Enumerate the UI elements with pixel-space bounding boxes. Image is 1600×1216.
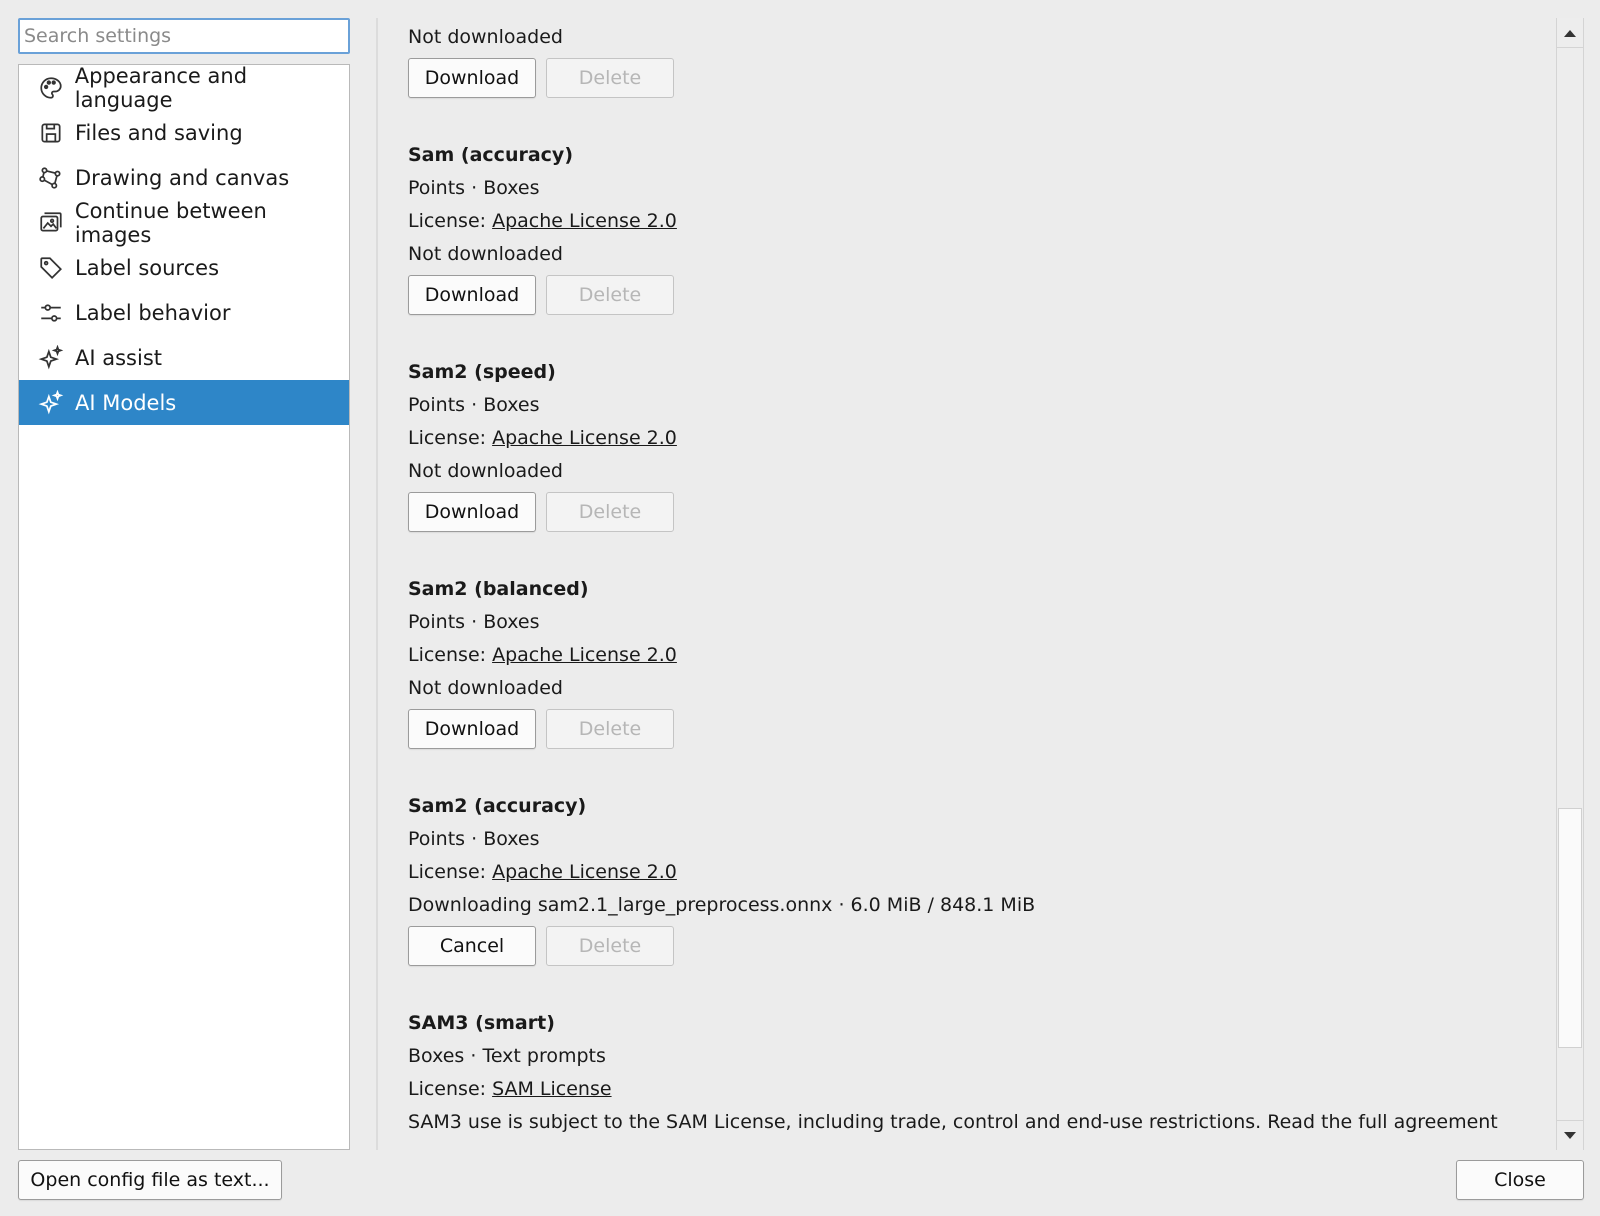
delete-button: Delete — [546, 926, 674, 966]
model-name: Sam2 (accuracy) — [408, 795, 587, 817]
download-button[interactable]: Download — [408, 58, 536, 98]
model-license: License: Apache License 2.0 — [408, 639, 1540, 672]
sidebar-item-label-behavior[interactable]: Label behavior — [19, 290, 349, 335]
model-capabilities: Boxes · Text prompts — [408, 1045, 606, 1067]
close-button[interactable]: Close — [1456, 1160, 1584, 1200]
vertical-scrollbar[interactable] — [1556, 18, 1584, 1150]
sidebar-item-label: Files and saving — [75, 120, 243, 145]
model-block: Sam2 (balanced) Points · Boxes License: … — [408, 572, 1540, 749]
palette-icon — [37, 74, 65, 102]
sidebar-item-label: AI assist — [75, 345, 162, 370]
sidebar-item-ai-assist[interactable]: AI assist — [19, 335, 349, 380]
download-status: Not downloaded — [408, 460, 563, 482]
sidebar-item-label-sources[interactable]: Label sources — [19, 245, 349, 290]
sidebar-item-label: Appearance and language — [74, 63, 248, 112]
delete-button: Delete — [546, 709, 674, 749]
sidebar-item-label: Continue between images — [74, 198, 267, 247]
model-name: Sam2 (speed) — [408, 361, 556, 383]
search-input[interactable] — [18, 18, 350, 54]
model-capabilities: Points · Boxes — [408, 177, 540, 199]
sliders-icon — [37, 299, 65, 327]
scroll-down-arrow-icon[interactable] — [1557, 1120, 1583, 1150]
sidebar-item-label: Label behavior — [75, 300, 231, 325]
model-capabilities: Points · Boxes — [408, 611, 540, 633]
model-license: License: Apache License 2.0 — [408, 422, 1540, 455]
ai-models-panel: Not downloaded Download Delete Sam (accu… — [378, 18, 1540, 1150]
sidebar-item-continue[interactable]: Continue between images — [19, 198, 349, 247]
scroll-up-arrow-icon[interactable] — [1557, 18, 1583, 48]
model-capabilities: Points · Boxes — [408, 828, 540, 850]
download-button[interactable]: Download — [408, 492, 536, 532]
model-name: SAM3 (smart) — [408, 1012, 555, 1034]
settings-category-list: Appearance and language Files and saving… — [18, 64, 350, 1150]
model-block: SAM3 (smart) Boxes · Text prompts Licens… — [408, 1006, 1540, 1139]
license-link[interactable]: Apache License 2.0 — [492, 210, 677, 232]
license-prefix: License: — [408, 861, 493, 883]
model-block: Sam (accuracy) Points · Boxes License: A… — [408, 138, 1540, 315]
scrollbar-thumb[interactable] — [1558, 808, 1582, 1048]
delete-button: Delete — [546, 275, 674, 315]
license-link[interactable]: SAM License — [492, 1078, 611, 1100]
polygon-icon — [37, 164, 65, 192]
license-prefix: License: — [408, 427, 493, 449]
model-block: Sam2 (speed) Points · Boxes License: Apa… — [408, 355, 1540, 532]
download-status: Not downloaded — [408, 243, 563, 265]
license-prefix: License: — [408, 1078, 493, 1100]
download-button[interactable]: Download — [408, 275, 536, 315]
sidebar-item-drawing[interactable]: Drawing and canvas — [19, 155, 349, 200]
delete-button: Delete — [546, 58, 674, 98]
open-config-button[interactable]: Open config file as text... — [18, 1160, 282, 1200]
sparkle-icon — [37, 344, 65, 372]
tag-icon — [37, 254, 65, 282]
model-license: License: Apache License 2.0 — [408, 205, 1540, 238]
license-link[interactable]: Apache License 2.0 — [492, 427, 677, 449]
download-progress-status: Downloading sam2.1_large_preprocess.onnx… — [408, 894, 1036, 916]
images-icon — [37, 209, 65, 237]
settings-window: Appearance and language Files and saving… — [0, 0, 1600, 1216]
download-button[interactable]: Download — [408, 709, 536, 749]
license-link[interactable]: Apache License 2.0 — [492, 644, 677, 666]
license-prefix: License: — [408, 644, 493, 666]
floppy-icon — [37, 119, 65, 147]
model-name: Sam2 (balanced) — [408, 578, 589, 600]
model-name: Sam (accuracy) — [408, 144, 573, 166]
download-status: Not downloaded — [408, 677, 563, 699]
model-license: License: SAM License — [408, 1073, 1540, 1106]
sparkle-icon — [37, 389, 65, 417]
delete-button: Delete — [546, 492, 674, 532]
sidebar-item-files[interactable]: Files and saving — [19, 110, 349, 155]
license-link[interactable]: Apache License 2.0 — [492, 861, 677, 883]
download-status: Not downloaded — [408, 26, 563, 48]
sidebar-item-appearance[interactable]: Appearance and language — [19, 63, 349, 112]
model-block: Not downloaded Download Delete — [408, 18, 1540, 98]
sidebar-item-label: Drawing and canvas — [75, 165, 290, 190]
model-block: Sam2 (accuracy) Points · Boxes License: … — [408, 789, 1540, 966]
license-prefix: License: — [408, 210, 493, 232]
sidebar-item-label: AI Models — [75, 390, 177, 415]
model-license: License: Apache License 2.0 — [408, 856, 1540, 889]
model-capabilities: Points · Boxes — [408, 394, 540, 416]
sidebar-item-ai-models[interactable]: AI Models — [19, 380, 349, 425]
sidebar-item-label: Label sources — [75, 255, 220, 280]
cancel-button[interactable]: Cancel — [408, 926, 536, 966]
license-notice: SAM3 use is subject to the SAM License, … — [408, 1111, 1498, 1133]
